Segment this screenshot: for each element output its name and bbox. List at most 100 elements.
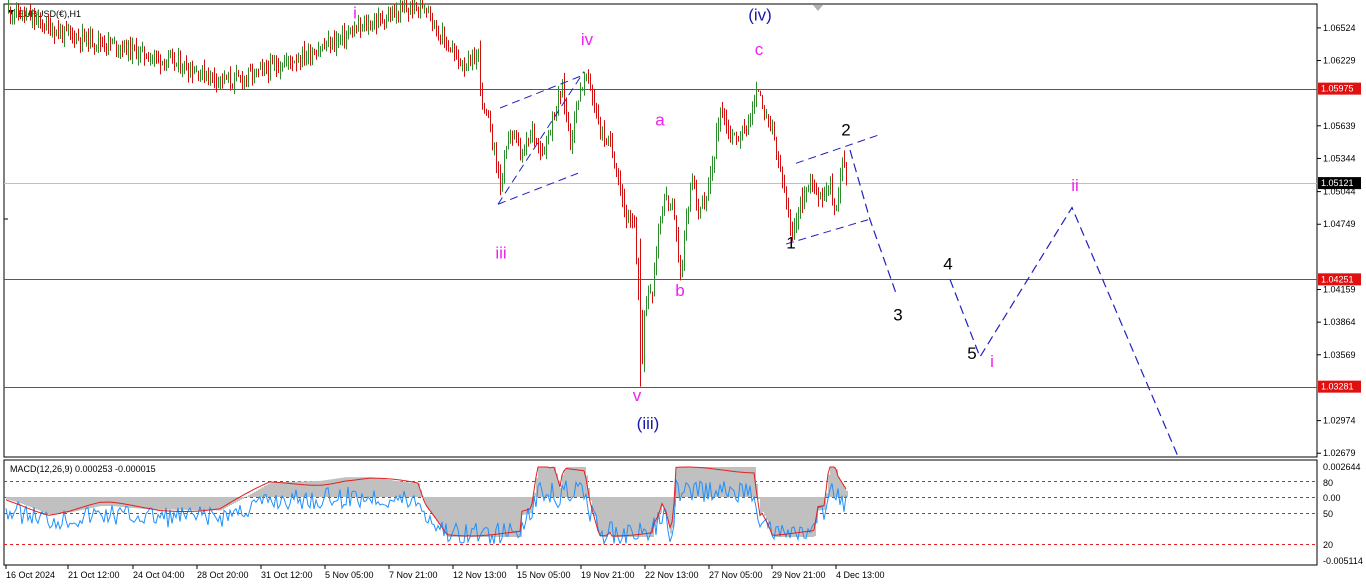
macd-hist-bar bbox=[58, 497, 60, 514]
macd-hist-bar bbox=[68, 497, 70, 513]
macd-hist-bar bbox=[126, 497, 128, 508]
macd-hist-bar bbox=[386, 479, 388, 497]
macd-hist-bar bbox=[86, 497, 88, 509]
macd-hist-bar bbox=[580, 467, 582, 497]
macd-hist-bar bbox=[118, 497, 120, 507]
wave-label: 1 bbox=[786, 233, 795, 252]
macd-hist-bar bbox=[712, 467, 714, 497]
macd-hist-bar bbox=[416, 483, 418, 497]
macd-hist-bar bbox=[214, 497, 216, 511]
macd-hist-bar bbox=[834, 467, 836, 497]
wave-label: ii bbox=[1071, 176, 1079, 195]
macd-hist-bar bbox=[12, 497, 14, 502]
macd-hist-bar bbox=[82, 497, 84, 510]
wave-label: i bbox=[353, 3, 357, 22]
macd-hist-bar bbox=[796, 497, 798, 537]
macd-hist-bar bbox=[432, 497, 434, 516]
time-tick-label: 29 Nov 21:00 bbox=[772, 570, 826, 580]
macd-hist-bar bbox=[148, 497, 150, 510]
price-tick-label: 1.04159 bbox=[1323, 285, 1356, 295]
macd-hist-bar bbox=[30, 497, 32, 508]
macd-hist-bar bbox=[132, 497, 134, 508]
macd-hist-bar bbox=[604, 497, 606, 537]
macd-hist-bar bbox=[104, 497, 106, 506]
macd-hist-bar bbox=[154, 497, 156, 510]
macd-hist-bar bbox=[90, 497, 92, 509]
macd-hist-bar bbox=[162, 497, 164, 510]
macd-hist-bar bbox=[100, 497, 102, 506]
macd-hist-bar bbox=[204, 497, 206, 511]
macd-hist-bar bbox=[830, 467, 832, 497]
macd-hist-bar bbox=[60, 497, 62, 514]
macd-hist-bar bbox=[88, 497, 90, 509]
macd-hist-bar bbox=[398, 481, 400, 497]
macd-hist-bar bbox=[6, 497, 8, 500]
macd-hist-bar bbox=[490, 497, 492, 537]
macd-hist-bar bbox=[462, 497, 464, 537]
macd-hist-bar bbox=[216, 497, 218, 511]
macd-hist-bar bbox=[202, 497, 204, 511]
macd-hist-bar bbox=[92, 497, 94, 508]
macd-hist-bar bbox=[36, 497, 38, 510]
level-label: 1.03281 bbox=[1321, 382, 1354, 392]
macd-hist-bar bbox=[112, 497, 114, 507]
time-tick-label: 21 Oct 12:00 bbox=[68, 570, 120, 580]
price-tick-label: 1.05639 bbox=[1323, 121, 1356, 131]
macd-hist-bar bbox=[618, 497, 620, 537]
macd-hist-bar bbox=[450, 497, 452, 537]
macd-hist-bar bbox=[42, 497, 44, 512]
macd-hist-bar bbox=[168, 497, 170, 510]
macd-hist-bar bbox=[620, 497, 622, 537]
macd-hist-bar bbox=[330, 479, 332, 497]
macd-hist-bar bbox=[66, 497, 68, 513]
macd-hist-bar bbox=[454, 497, 456, 537]
price-tick-label: 1.06524 bbox=[1323, 23, 1356, 33]
macd-hist-bar bbox=[252, 492, 254, 497]
macd-hist-bar bbox=[276, 482, 278, 497]
price-tick-label: 1.03569 bbox=[1323, 350, 1356, 360]
time-axis: 16 Oct 2024 21 Oct 12:00 24 Oct 04:00 28 Oc… bbox=[5, 565, 885, 580]
macd-hist-bar bbox=[186, 497, 188, 510]
macd-hist-bar bbox=[546, 467, 548, 497]
macd-hist-bar bbox=[570, 467, 572, 497]
macd-hist-bar bbox=[686, 467, 688, 497]
macd-hist-bar bbox=[26, 497, 28, 506]
macd-hist-bar bbox=[688, 467, 690, 497]
macd-hist-bar bbox=[174, 497, 176, 510]
macd-hist-bar bbox=[254, 491, 256, 497]
macd-hist-bar bbox=[322, 480, 324, 497]
macd-hist-bar bbox=[740, 467, 742, 497]
macd-hist-bar bbox=[766, 497, 768, 520]
macd-hist-bar bbox=[106, 497, 108, 506]
macd-hist-bar bbox=[250, 494, 252, 497]
macd-hist-bar bbox=[316, 480, 318, 497]
macd-hist-bar bbox=[274, 482, 276, 497]
macd-hist-bar bbox=[800, 497, 802, 537]
macd-hist-bar bbox=[434, 497, 436, 518]
macd-hist-bar bbox=[20, 497, 22, 504]
macd-hist-bar bbox=[144, 497, 146, 509]
price-tick-label: 1.03864 bbox=[1323, 317, 1356, 327]
macd-hist-bar bbox=[382, 478, 384, 497]
macd-hist-bar bbox=[8, 497, 10, 500]
macd-hist-bar bbox=[282, 482, 284, 497]
macd-hist-bar bbox=[128, 497, 130, 508]
macd-hist-bar bbox=[22, 497, 24, 505]
macd-hist-bar bbox=[44, 497, 46, 513]
wave-label: iv bbox=[581, 30, 594, 49]
chart-window[interactable]: EURUSD(€),H1 i iv (iv) c a 2 iii 1 b 4 ii 3 5 i v (iii)… bbox=[0, 0, 1366, 588]
time-tick-label: 5 Nov 05:00 bbox=[325, 570, 374, 580]
macd-hist-bar bbox=[680, 467, 682, 497]
macd-hist-bar bbox=[448, 497, 450, 537]
macd-hist-bar bbox=[96, 497, 98, 507]
time-tick-label: 12 Nov 13:00 bbox=[453, 570, 507, 580]
time-tick-label: 28 Oct 20:00 bbox=[197, 570, 249, 580]
macd-tick-label: -0.005114 bbox=[1323, 556, 1363, 566]
macd-hist-bar bbox=[240, 497, 242, 500]
macd-hist-bar bbox=[394, 480, 396, 497]
macd-hist-bar bbox=[320, 480, 322, 497]
macd-label: MACD(12,26,9) 0.000253 -0.000015 bbox=[10, 464, 156, 474]
macd-hist-bar bbox=[390, 480, 392, 497]
time-tick-label: 4 Dec 13:00 bbox=[836, 570, 885, 580]
macd-hist-bar bbox=[10, 497, 12, 501]
